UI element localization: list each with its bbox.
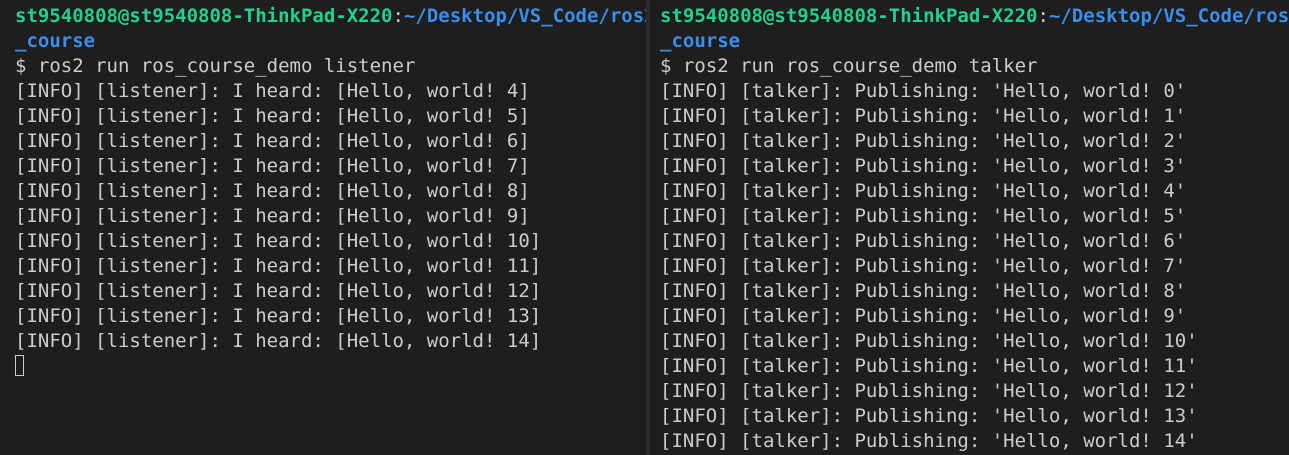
output-line: [INFO] [listener]: I heard: [Hello, worl…	[15, 180, 530, 202]
prompt-path-wrap-line: _course	[15, 29, 646, 54]
output-log: [INFO] [listener]: I heard: [Hello, worl…	[15, 79, 646, 354]
output-line: [INFO] [talker]: Publishing: 'Hello, wor…	[660, 180, 1187, 202]
output-line: [INFO] [talker]: Publishing: 'Hello, wor…	[660, 230, 1187, 252]
terminal-pane-listener[interactable]: st9540808@st9540808-ThinkPad-X220:~/Desk…	[0, 0, 646, 455]
command-line: $ ros2 run ros_course_demo listener	[15, 55, 416, 77]
output-line: [INFO] [talker]: Publishing: 'Hello, wor…	[660, 155, 1187, 177]
output-line: [INFO] [listener]: I heard: [Hello, worl…	[15, 130, 530, 152]
output-line: [INFO] [talker]: Publishing: 'Hello, wor…	[660, 280, 1187, 302]
output-line: [INFO] [talker]: Publishing: 'Hello, wor…	[660, 330, 1198, 352]
output-line: [INFO] [talker]: Publishing: 'Hello, wor…	[660, 205, 1187, 227]
output-line: [INFO] [talker]: Publishing: 'Hello, wor…	[660, 255, 1187, 277]
prompt-line: st9540808@st9540808-ThinkPad-X220:~/Desk…	[15, 4, 646, 29]
output-log: [INFO] [talker]: Publishing: 'Hello, wor…	[660, 79, 1289, 454]
prompt-path-wrap-line: _course	[660, 29, 1289, 54]
output-line: [INFO] [talker]: Publishing: 'Hello, wor…	[660, 405, 1198, 427]
output-line: [INFO] [listener]: I heard: [Hello, worl…	[15, 205, 530, 227]
terminal-split-view: st9540808@st9540808-ThinkPad-X220:~/Desk…	[0, 0, 1289, 455]
prompt-user-host: st9540808@st9540808-ThinkPad-X220	[660, 5, 1038, 27]
output-line: [INFO] [talker]: Publishing: 'Hello, wor…	[660, 130, 1187, 152]
terminal-cursor[interactable]	[15, 355, 24, 376]
output-line: [INFO] [talker]: Publishing: 'Hello, wor…	[660, 355, 1198, 377]
cursor-line	[15, 354, 646, 379]
output-line: [INFO] [listener]: I heard: [Hello, worl…	[15, 80, 530, 102]
prompt-user-host: st9540808@st9540808-ThinkPad-X220	[15, 5, 393, 27]
output-line: [INFO] [talker]: Publishing: 'Hello, wor…	[660, 380, 1198, 402]
output-line: [INFO] [listener]: I heard: [Hello, worl…	[15, 230, 542, 252]
prompt-path: ~/Desktop/VS_Code/ros2	[1048, 5, 1289, 27]
prompt-path-continued: _course	[660, 30, 741, 52]
output-line: [INFO] [listener]: I heard: [Hello, worl…	[15, 255, 542, 277]
output-line: [INFO] [listener]: I heard: [Hello, worl…	[15, 155, 530, 177]
prompt-path-continued: _course	[15, 30, 96, 52]
output-line: [INFO] [listener]: I heard: [Hello, worl…	[15, 305, 542, 327]
prompt-separator: :	[392, 5, 404, 27]
output-line: [INFO] [talker]: Publishing: 'Hello, wor…	[660, 80, 1187, 102]
command-line: $ ros2 run ros_course_demo talker	[660, 55, 1038, 77]
prompt-line: st9540808@st9540808-ThinkPad-X220:~/Desk…	[660, 4, 1289, 29]
output-line: [INFO] [listener]: I heard: [Hello, worl…	[15, 330, 542, 352]
prompt-path: ~/Desktop/VS_Code/ros2	[403, 5, 646, 27]
output-line: [INFO] [talker]: Publishing: 'Hello, wor…	[660, 305, 1187, 327]
output-line: [INFO] [listener]: I heard: [Hello, worl…	[15, 105, 530, 127]
output-line: [INFO] [talker]: Publishing: 'Hello, wor…	[660, 430, 1198, 452]
prompt-separator: :	[1037, 5, 1049, 27]
output-line: [INFO] [listener]: I heard: [Hello, worl…	[15, 280, 542, 302]
output-line: [INFO] [talker]: Publishing: 'Hello, wor…	[660, 105, 1187, 127]
terminal-pane-talker[interactable]: st9540808@st9540808-ThinkPad-X220:~/Desk…	[650, 0, 1289, 455]
